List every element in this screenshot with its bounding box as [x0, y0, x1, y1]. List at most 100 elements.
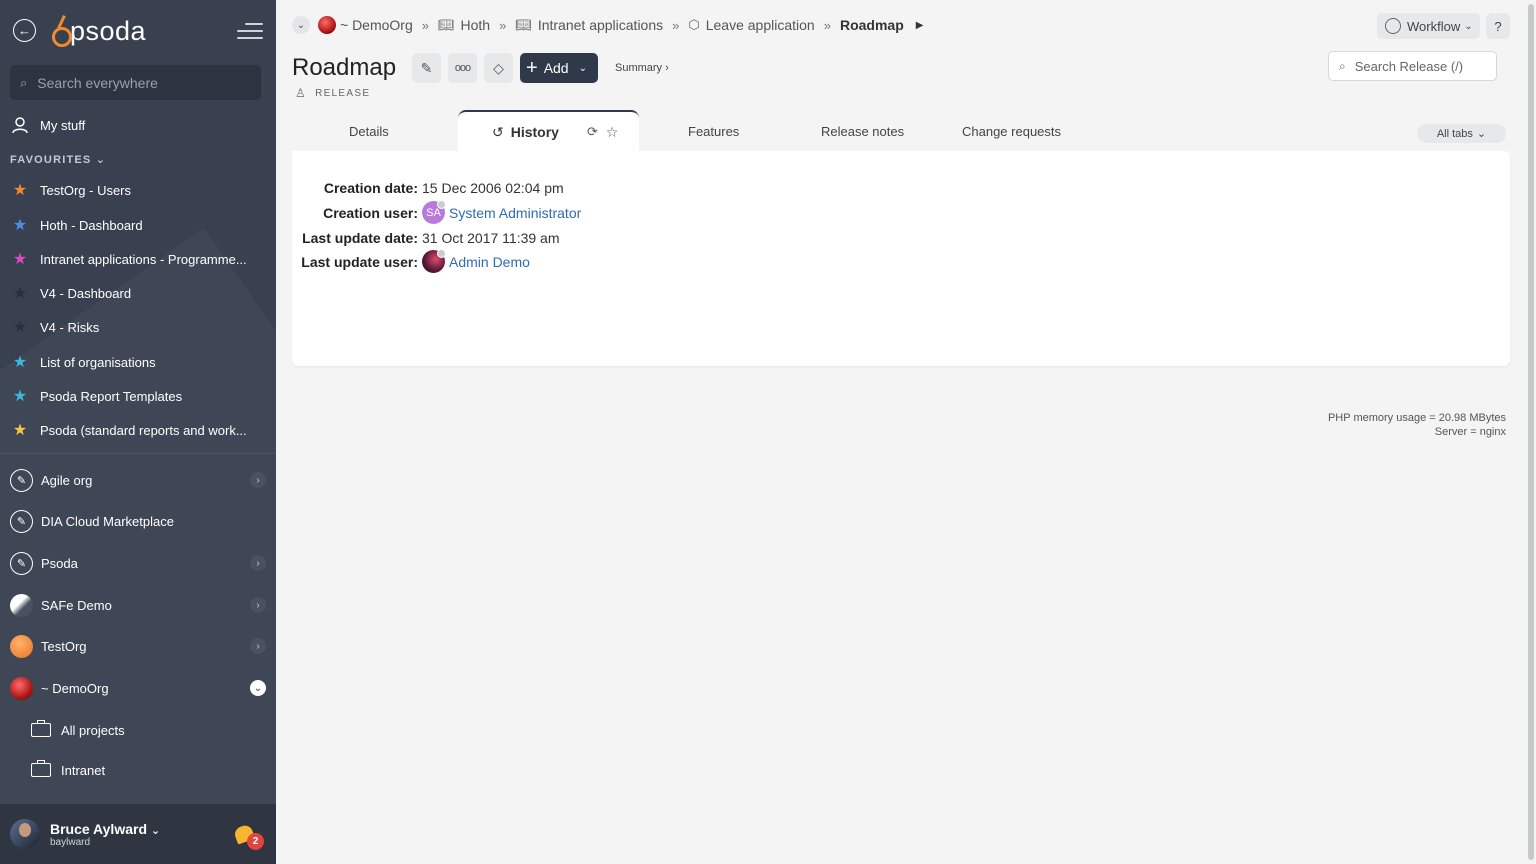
breadcrumb-label: Leave application — [705, 17, 815, 33]
avatar — [422, 249, 446, 273]
favourite-label: TestOrg - Users — [40, 182, 132, 198]
logo-mark-icon — [50, 15, 72, 47]
chevron-down-icon[interactable]: ⌄ — [250, 680, 266, 696]
avatar: SA — [422, 200, 446, 224]
breadcrumb-item[interactable]: 📖︎ Hoth » — [438, 17, 515, 33]
notifications-button[interactable]: 2 — [232, 823, 264, 852]
notification-count-badge: 2 — [247, 833, 264, 850]
server-name: Server = nginx — [1434, 426, 1506, 438]
creation-user-name: System Administrator — [449, 204, 582, 221]
item-type-label: RELEASE — [315, 87, 371, 99]
chevron-down-icon: ⌄ — [578, 62, 587, 74]
sidebar-item-all-projects[interactable]: All projects — [0, 720, 276, 740]
org-label: DIA Cloud Marketplace — [41, 513, 174, 529]
favourite-item[interactable]: ★ V4 - Dashboard — [0, 283, 276, 303]
breadcrumb-separator: » — [499, 17, 507, 33]
summary-link[interactable]: Summary › — [615, 62, 669, 74]
org-item-demoorg[interactable]: ~ DemoOrg ⌄ — [0, 676, 276, 700]
org-item-safe-demo[interactable]: SAFe Demo › — [0, 593, 276, 617]
back-arrow-icon[interactable]: ← — [13, 19, 36, 42]
favourite-item[interactable]: ★ TestOrg - Users — [0, 180, 276, 200]
all-tabs-dropdown[interactable]: All tabs ⌄ — [1417, 124, 1506, 143]
demoorg-logo-icon — [10, 676, 33, 700]
breadcrumb-separator: » — [421, 17, 429, 33]
star-icon: ★ — [12, 319, 28, 336]
psoda-logo[interactable]: psoda — [50, 12, 146, 50]
org-item-psoda[interactable]: ✎ Psoda › — [0, 551, 276, 575]
avatar[interactable] — [10, 819, 40, 849]
favourite-item[interactable]: ★ Intranet applications - Programme... — [0, 249, 276, 269]
history-icon: ↺ — [492, 123, 504, 140]
creation-user-row: Creation user: SA System Administrator — [292, 200, 582, 224]
help-button[interactable]: ? — [1486, 13, 1510, 39]
tab-details[interactable]: Details — [349, 124, 389, 139]
breadcrumb-separator: » — [823, 17, 831, 33]
refresh-icon[interactable]: ⟳ — [587, 124, 598, 140]
demoorg-logo-icon — [318, 16, 336, 34]
favourites-label: FAVOURITES — [10, 154, 92, 166]
org-item-dia-cloud-marketplace[interactable]: ✎ DIA Cloud Marketplace — [0, 509, 276, 533]
org-item-testorg[interactable]: TestOrg › — [0, 634, 276, 658]
favourite-item[interactable]: ★ Psoda (standard reports and work... — [0, 420, 276, 440]
tab-change-requests[interactable]: Change requests — [962, 124, 1061, 139]
box-icon: ⬡ — [688, 17, 700, 32]
favourite-label: V4 - Dashboard — [40, 285, 132, 301]
page-title: Roadmap — [292, 54, 397, 81]
person-icon — [10, 116, 30, 134]
more-button[interactable]: ooo — [448, 53, 477, 83]
breadcrumb-item[interactable]: ⬡ Leave application » — [688, 17, 840, 33]
org-item-agile-org[interactable]: ✎ Agile org › — [0, 468, 276, 492]
sidebar-item-intranet[interactable]: Intranet — [0, 760, 276, 780]
star-icon: ★ — [12, 285, 28, 302]
add-button[interactable]: + Add ⌄ — [520, 53, 598, 83]
favourite-label: Intranet applications - Programme... — [40, 251, 247, 267]
breadcrumb: ⌄ ~ DemoOrg » 📖︎ Hoth » 📖︎ Intranet appl… — [292, 14, 923, 36]
tag-icon: ◇ — [493, 59, 504, 76]
breadcrumb-label: Roadmap — [839, 17, 904, 33]
creation-date-label: Creation date: — [323, 180, 418, 196]
item-type: ♙ RELEASE — [295, 86, 370, 100]
favourite-item[interactable]: ★ List of organisations — [0, 352, 276, 372]
org-label: TestOrg — [41, 638, 87, 654]
chevron-right-icon[interactable]: › — [250, 597, 266, 613]
last-update-user-link[interactable]: Admin Demo — [422, 249, 530, 273]
sidebar-item-my-stuff[interactable]: My stuff — [0, 114, 276, 136]
creation-user-label: Creation user: — [323, 204, 418, 221]
org-label: SAFe Demo — [41, 597, 112, 613]
search-release-input[interactable]: ⌕ Search Release (/) — [1328, 51, 1497, 81]
favourite-item[interactable]: ★ Psoda Report Templates — [0, 386, 276, 406]
chevron-right-icon[interactable]: › — [250, 638, 266, 654]
workflow-icon — [1385, 18, 1401, 34]
favourites-heading[interactable]: FAVOURITES ⌄ — [10, 153, 106, 166]
search-icon: ⌕ — [20, 74, 28, 90]
pencil-icon: ✎ — [420, 59, 433, 76]
creation-user-link[interactable]: SA System Administrator — [422, 200, 582, 224]
page-scrollbar[interactable] — [1526, 0, 1536, 864]
global-search-placeholder: Search everywhere — [37, 74, 158, 91]
collapse-sidebar-icon[interactable] — [237, 22, 263, 40]
user-info[interactable]: Bruce Aylward ⌄ baylward — [40, 821, 160, 848]
edit-button[interactable]: ✎ — [412, 53, 441, 83]
my-stuff-label: My stuff — [40, 117, 86, 133]
tab-release-notes[interactable]: Release notes — [821, 124, 904, 139]
breadcrumb-label: Intranet applications — [537, 17, 664, 33]
tag-button[interactable]: ◇ — [484, 53, 513, 83]
user-footer[interactable]: Bruce Aylward ⌄ baylward 2 — [0, 804, 276, 864]
breadcrumb-separator: » — [672, 17, 680, 33]
org-label: Psoda — [41, 555, 78, 571]
breadcrumb-item[interactable]: 📖︎ Intranet applications » — [515, 17, 688, 33]
global-search-input[interactable]: ⌕ Search everywhere — [10, 65, 261, 100]
favourite-item[interactable]: ★ Hoth - Dashboard — [0, 215, 276, 235]
chevron-down-icon: ⌄ — [150, 824, 161, 837]
star-outline-icon[interactable]: ☆ — [606, 124, 619, 141]
favourite-item[interactable]: ★ V4 - Risks — [0, 317, 276, 337]
chevron-right-icon[interactable]: › — [250, 472, 266, 488]
chevron-right-icon[interactable]: › — [250, 555, 266, 571]
caret-right-icon[interactable]: ▶ — [916, 20, 924, 31]
tab-history[interactable]: ↺ History ⟳ ☆ — [458, 110, 639, 152]
tab-features[interactable]: Features — [688, 124, 739, 139]
last-update-user-row: Last update user: Admin Demo — [292, 249, 530, 273]
breadcrumb-item[interactable]: ~ DemoOrg » — [318, 16, 438, 34]
breadcrumb-dropdown-icon[interactable]: ⌄ — [292, 16, 310, 34]
workflow-button[interactable]: Workflow ⌄ — [1377, 13, 1480, 39]
